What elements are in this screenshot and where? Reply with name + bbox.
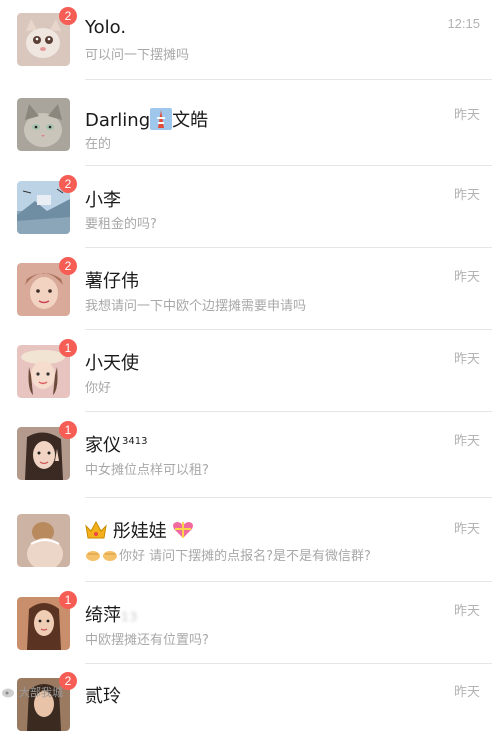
unread-badge: 2 xyxy=(59,257,77,275)
contact-name-text: 绮萍 xyxy=(85,605,121,626)
contact-name: 薯仔伟 xyxy=(85,271,139,292)
contact-name-suffix: 文皓 xyxy=(172,110,209,131)
chat-row[interactable]: 1 绮萍13 中欧摆摊还有位置吗? 昨天 xyxy=(0,582,492,664)
message-time: 昨天 xyxy=(453,351,480,366)
message-time: 昨天 xyxy=(453,521,480,536)
message-preview: 中女摊位点样可以租? xyxy=(85,463,209,478)
unread-badge: 1 xyxy=(59,591,77,609)
contact-avatar[interactable]: 1 xyxy=(17,591,77,650)
contact-avatar[interactable]: 1 xyxy=(17,421,77,480)
contact-name: 小李 xyxy=(85,190,121,211)
weibo-icon xyxy=(2,688,14,698)
message-preview: 你好 请问下摆摊的点报名?是不是有微信群? xyxy=(85,545,371,566)
unread-badge: 1 xyxy=(59,421,77,439)
message-time: 昨天 xyxy=(453,603,480,618)
chat-row[interactable]: 1 家仪3413 中女摊位点样可以租? 昨天 xyxy=(0,412,492,498)
watermark-text: 大部我城 xyxy=(19,686,63,699)
message-preview: 在的 xyxy=(85,137,112,152)
contact-name-suffix: 3413 xyxy=(122,436,148,447)
message-preview: 你好 xyxy=(85,381,112,396)
message-time: 昨天 xyxy=(453,433,480,448)
contact-name: 小天使 xyxy=(85,353,139,374)
contact-name: 绮萍13 xyxy=(85,601,138,627)
contact-avatar[interactable] xyxy=(17,98,70,151)
chat-row[interactable]: 2 贰玲 昨天 xyxy=(0,664,492,731)
chat-row[interactable]: 彤娃娃 你好 请问下摆摊的点报名?是不是有微信群? 昨天 xyxy=(0,498,492,582)
crown-emoji-icon xyxy=(85,520,107,545)
message-preview: 我想请问一下中欧个边摆摊需要申请吗 xyxy=(85,299,307,314)
chat-row[interactable]: 2 薯仔伟 我想请问一下中欧个边摆摊需要申请吗 昨天 xyxy=(0,248,492,330)
message-time: 昨天 xyxy=(453,684,480,699)
unread-badge: 1 xyxy=(59,339,77,357)
contact-name-text: 家仪 xyxy=(85,435,121,456)
chat-row[interactable]: 1 小天使 你好 昨天 xyxy=(0,330,492,412)
hands-emoji-icon xyxy=(85,548,119,566)
message-time: 12:15 xyxy=(447,16,480,31)
tower-emoji-icon xyxy=(150,107,173,135)
kitten-avatar-icon xyxy=(17,98,70,151)
chat-row[interactable]: 2 Yolo. 可以问一下摆摊吗 12:15 xyxy=(0,0,492,80)
chat-row[interactable]: Darling 文皓 在的 昨天 xyxy=(0,80,492,166)
contact-avatar[interactable] xyxy=(17,514,70,567)
unread-badge: 2 xyxy=(59,175,77,193)
contact-name-blurred: 13 xyxy=(121,610,139,624)
contact-avatar[interactable]: 1 xyxy=(17,339,77,398)
contact-name-text: Darling xyxy=(85,110,151,131)
contact-name: Yolo. xyxy=(85,17,127,38)
message-preview: 可以问一下摆摊吗 xyxy=(85,48,190,63)
watermark: 大部我城 xyxy=(2,684,63,700)
message-preview: 中欧摆摊还有位置吗? xyxy=(85,633,209,648)
contact-avatar[interactable]: 2 xyxy=(17,7,77,66)
contact-name: 贰玲 xyxy=(85,686,121,707)
contact-avatar[interactable]: 2 xyxy=(17,175,77,234)
message-time: 昨天 xyxy=(453,187,480,202)
contact-name: Darling 文皓 xyxy=(85,106,208,135)
bride-avatar-icon xyxy=(17,514,70,567)
contact-name: 彤娃娃 xyxy=(85,517,194,545)
gift-heart-emoji-icon xyxy=(172,520,194,545)
contact-name: 家仪3413 xyxy=(85,431,147,457)
message-preview: 要租金的吗? xyxy=(85,217,157,232)
message-time: 昨天 xyxy=(453,107,480,122)
chat-row[interactable]: 2 小李 要租金的吗? 昨天 xyxy=(0,166,492,248)
message-time: 昨天 xyxy=(453,269,480,284)
contact-avatar[interactable]: 2 xyxy=(17,257,77,316)
contact-name-text: 彤娃娃 xyxy=(112,521,167,542)
message-preview-text: 你好 请问下摆摊的点报名?是不是有微信群? xyxy=(119,549,371,564)
unread-badge: 2 xyxy=(59,7,77,25)
